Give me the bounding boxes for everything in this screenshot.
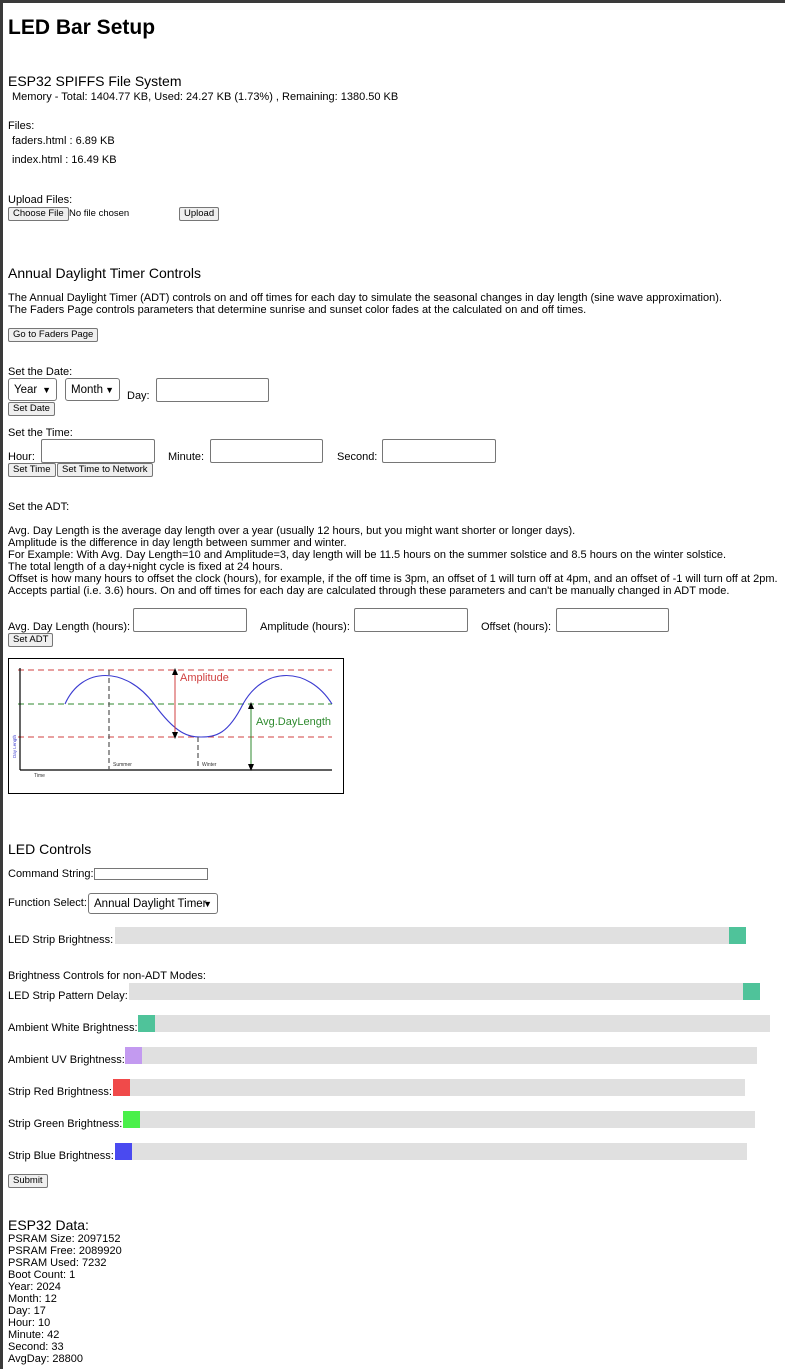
set-time-button[interactable]: Set Time (8, 463, 56, 477)
green-brightness-label: Strip Green Brightness: (8, 1118, 123, 1130)
red-brightness-label: Strip Red Brightness: (8, 1086, 112, 1098)
faders-page-button[interactable]: Go to Faders Page (8, 328, 99, 342)
adt-desc-line: Avg. Day Length is the average day lengt… (8, 525, 576, 537)
fs-memory: Memory - Total: 1404.77 KB, Used: 24.27 … (12, 91, 399, 103)
day-label: Day: (127, 390, 150, 402)
esp-data-line: AvgDay: 28800 (8, 1353, 84, 1365)
set-date-button[interactable]: Set Date (8, 402, 55, 416)
day-input[interactable] (156, 378, 269, 402)
amplitude-text: Amplitude (180, 672, 229, 684)
slider-thumb[interactable] (138, 1015, 155, 1032)
summer-text: Summer (113, 762, 132, 768)
white-brightness-label: Ambient White Brightness: (8, 1022, 138, 1034)
function-select-value: Annual Daylight Timer (94, 897, 207, 910)
command-string-input[interactable] (94, 868, 208, 880)
upload-button[interactable]: Upload (179, 207, 220, 221)
esp-data-line: Boot Count: 1 (8, 1269, 76, 1281)
strip-brightness-label: LED Strip Brightness: (8, 934, 114, 946)
no-file-text: No file chosen (69, 208, 130, 219)
command-string-label: Command String: (8, 868, 94, 880)
offset-input[interactable] (556, 608, 669, 632)
slider-thumb[interactable] (115, 1143, 132, 1160)
files-label: Files: (8, 120, 35, 132)
slider-thumb[interactable] (729, 927, 746, 944)
adt-desc-line: Amplitude is the difference in day lengt… (8, 537, 347, 549)
hour-input[interactable] (41, 439, 155, 463)
month-select[interactable]: Month ▼ (65, 378, 120, 401)
adt-intro-line: The Annual Daylight Timer (ADT) controls… (8, 292, 722, 304)
avg-day-length-label: Avg. Day Length (hours): (8, 621, 131, 633)
chevron-down-icon: ▼ (105, 384, 114, 395)
pattern-delay-slider[interactable] (129, 983, 760, 1000)
year-select-value: Year (14, 383, 38, 396)
esp-data-line: Second: 33 (8, 1341, 64, 1353)
adt-desc-line: For Example: With Avg. Day Length=10 and… (8, 549, 727, 561)
page-title: LED Bar Setup (8, 16, 156, 39)
esp-data-line: Hour: 10 (8, 1317, 51, 1329)
adt-desc-line: The total length of a day+night cycle is… (8, 561, 283, 573)
esp-data-line: PSRAM Used: 7232 (8, 1257, 107, 1269)
esp-data-line: Year: 2024 (8, 1281, 61, 1293)
white-brightness-slider[interactable] (138, 1015, 770, 1032)
esp-data-line: Month: 12 (8, 1293, 57, 1305)
upload-label: Upload Files: (8, 194, 73, 206)
time-label: Set the Time: (8, 427, 73, 439)
red-brightness-slider[interactable] (113, 1079, 745, 1096)
hour-label: Hour: (8, 451, 35, 463)
blue-brightness-label: Strip Blue Brightness: (8, 1150, 114, 1162)
esp-data-line: Minute: 42 (8, 1329, 60, 1341)
uv-brightness-label: Ambient UV Brightness: (8, 1054, 125, 1066)
chevron-down-icon: ▼ (42, 384, 51, 395)
esp-data-line: PSRAM Size: 2097152 (8, 1233, 121, 1245)
slider-thumb[interactable] (123, 1111, 140, 1128)
winter-text: Winter (202, 762, 217, 768)
choose-file-button[interactable]: Choose File (8, 207, 69, 221)
chevron-down-icon: ▼ (203, 898, 212, 909)
submit-button[interactable]: Submit (8, 1174, 48, 1188)
non-adt-label: Brightness Controls for non-ADT Modes: (8, 970, 206, 982)
window-frame-left (0, 0, 3, 1369)
adt-desc-line: Offset is how many hours to offset the c… (8, 573, 778, 585)
offset-label: Offset (hours): (481, 621, 552, 633)
second-label: Second: (337, 451, 378, 463)
set-adt-button[interactable]: Set ADT (8, 633, 54, 647)
blue-brightness-slider[interactable] (115, 1143, 747, 1160)
slider-thumb[interactable] (125, 1047, 142, 1064)
esp-data-line: Day: 17 (8, 1305, 46, 1317)
window-frame-top (0, 0, 785, 3)
file-item: faders.html : 6.89 KB (12, 135, 115, 147)
year-select[interactable]: Year ▼ (8, 378, 57, 401)
pattern-delay-label: LED Strip Pattern Delay: (8, 990, 128, 1002)
function-select-label: Function Select: (8, 897, 87, 909)
led-heading: LED Controls (8, 841, 92, 857)
adt-desc-line: Accepts partial (i.e. 3.6) hours. On and… (8, 585, 730, 597)
avg-day-length-text: Avg.DayLength (256, 716, 331, 728)
time-text: Time (34, 773, 45, 779)
date-label: Set the Date: (8, 366, 73, 378)
amplitude-input[interactable] (354, 608, 468, 632)
uv-brightness-slider[interactable] (125, 1047, 757, 1064)
file-item: index.html : 16.49 KB (12, 154, 117, 166)
esp-heading: ESP32 Data: (8, 1217, 89, 1233)
adt-heading: Annual Daylight Timer Controls (8, 265, 201, 281)
green-brightness-slider[interactable] (123, 1111, 755, 1128)
month-select-value: Month (71, 383, 103, 396)
adt-diagram: Amplitude Avg.DayLength Summer Winter Ti… (8, 658, 344, 794)
esp-data-line: PSRAM Free: 2089920 (8, 1245, 122, 1257)
amplitude-label: Amplitude (hours): (260, 621, 350, 633)
minute-input[interactable] (210, 439, 323, 463)
second-input[interactable] (382, 439, 496, 463)
slider-thumb[interactable] (743, 983, 760, 1000)
adt-intro-line: The Faders Page controls parameters that… (8, 304, 587, 316)
minute-label: Minute: (168, 451, 205, 463)
slider-thumb[interactable] (113, 1079, 130, 1096)
strip-brightness-slider[interactable] (115, 927, 746, 944)
set-time-network-button[interactable]: Set Time to Network (57, 463, 153, 477)
function-select[interactable]: Annual Daylight Timer ▼ (88, 893, 218, 914)
fs-heading: ESP32 SPIFFS File System (8, 73, 182, 89)
avg-day-length-input[interactable] (133, 608, 247, 632)
day-length-text: Day Length (12, 734, 17, 758)
set-adt-label: Set the ADT: (8, 501, 70, 513)
